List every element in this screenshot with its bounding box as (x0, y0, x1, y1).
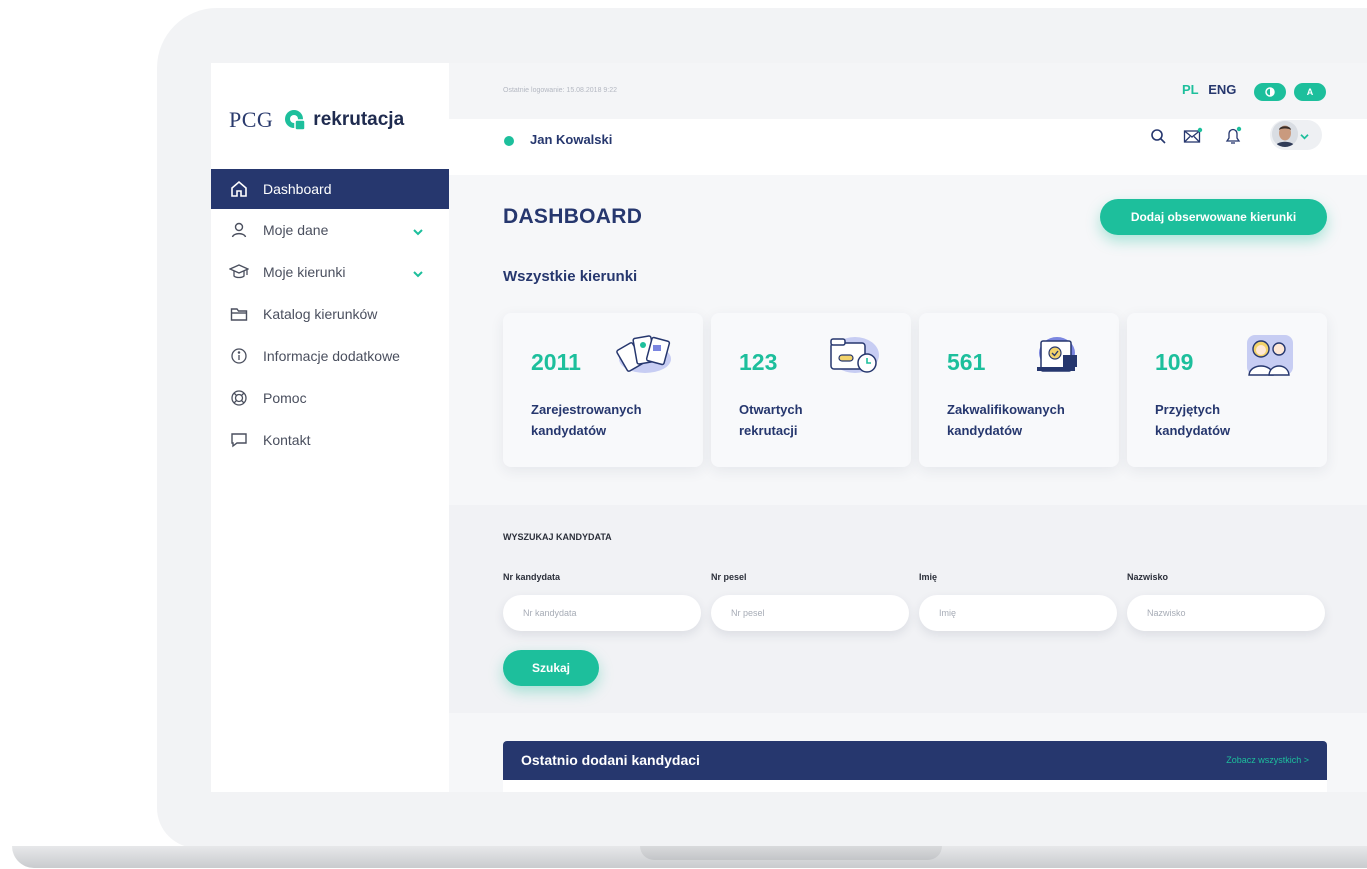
search-button[interactable]: Szukaj (503, 650, 599, 686)
user-name: Jan Kowalski (530, 132, 613, 147)
stat-label-line: kandydatów (947, 423, 1023, 438)
recent-candidates-body (503, 780, 1327, 792)
sidebar-item-label: Dashboard (263, 181, 332, 197)
field-label-pesel: Nr pesel (711, 572, 747, 582)
search-title: WYSZUKAJ KANDYDATA (503, 532, 612, 542)
stat-label-line: Przyjętych (1155, 402, 1221, 417)
add-watched-courses-button[interactable]: Dodaj obserwowane kierunki (1100, 199, 1327, 235)
chevron-down-icon[interactable] (1297, 129, 1311, 143)
stat-card-accepted[interactable]: 109 Przyjętych kandydatów (1127, 313, 1327, 467)
online-status-dot (504, 136, 514, 146)
stat-label: Zarejestrowanych kandydatów (531, 399, 691, 441)
page-title: DASHBOARD (503, 205, 643, 228)
stat-card-qualified[interactable]: 561 Zakwalifikowanych kandydatów (919, 313, 1119, 467)
sidebar-item-kontakt[interactable]: Kontakt (211, 419, 449, 461)
chevron-down-icon[interactable] (413, 223, 423, 239)
candidate-number-input[interactable] (503, 595, 701, 631)
sidebar-nav: Dashboard Moje dane Moje kierunki Katalo… (211, 169, 449, 461)
language-switcher: PL ENG (1182, 82, 1236, 97)
recent-candidates-title: Ostatnio dodani kandydaci (521, 752, 700, 768)
graduation-cap-icon (229, 262, 249, 282)
stat-value: 123 (739, 349, 778, 375)
avatar[interactable] (1272, 121, 1298, 147)
sidebar: PCG rekrutacja Dashboard Moje dane Moje … (211, 63, 449, 792)
stat-card-open-recruitments[interactable]: 123 Otwartych rekrutacji (711, 313, 911, 467)
sidebar-item-label: Kontakt (263, 432, 311, 448)
sidebar-item-label: Moje kierunki (263, 264, 346, 280)
sidebar-item-moje-dane[interactable]: Moje dane (211, 209, 449, 251)
logo-pcg-text: PCG (229, 107, 274, 132)
folder-icon (229, 304, 249, 324)
stat-label: Otwartych rekrutacji (739, 399, 899, 441)
chevron-down-icon[interactable] (413, 265, 423, 281)
last-name-input[interactable] (1127, 595, 1325, 631)
contrast-toggle[interactable] (1254, 83, 1286, 101)
lang-eng-link[interactable]: ENG (1208, 82, 1236, 97)
sidebar-item-pomoc[interactable]: Pomoc (211, 377, 449, 419)
chat-icon (229, 430, 249, 450)
sidebar-item-katalog-kierunkow[interactable]: Katalog kierunków (211, 293, 449, 335)
sidebar-item-informacje-dodatkowe[interactable]: Informacje dodatkowe (211, 335, 449, 377)
lifebuoy-icon (229, 388, 249, 408)
home-icon (229, 179, 249, 199)
sidebar-item-label: Informacje dodatkowe (263, 348, 400, 364)
lang-pl-link[interactable]: PL (1182, 82, 1199, 97)
stat-card-registered[interactable]: 2011 Zarejestrowanych kandydatów (503, 313, 703, 467)
logo-word: rekrutacja (313, 109, 405, 130)
stat-value: 561 (947, 349, 986, 375)
field-label-candidate-no: Nr kandydata (503, 572, 561, 582)
stat-label-line: kandydatów (1155, 423, 1231, 438)
stat-label: Zakwalifikowanych kandydatów (947, 399, 1107, 441)
sidebar-item-dashboard[interactable]: Dashboard (211, 169, 449, 209)
stat-label-line: Zakwalifikowanych (947, 402, 1065, 417)
stat-value: 2011 (531, 349, 581, 375)
stat-label: Przyjętych kandydatów (1155, 399, 1315, 441)
laptop-notch (640, 846, 942, 860)
stat-label-line: rekrutacji (739, 423, 798, 438)
recent-candidates-header: Ostatnio dodani kandydaci Zobacz wszystk… (503, 741, 1327, 780)
search-icon[interactable] (1147, 125, 1169, 147)
people-illustration-icon (1247, 335, 1293, 376)
mail-icon[interactable] (1182, 125, 1204, 147)
font-size-toggle[interactable]: A (1294, 83, 1326, 101)
bell-icon[interactable] (1222, 125, 1244, 147)
pesel-input[interactable] (711, 595, 909, 631)
see-all-link[interactable]: Zobacz wszystkich > (1226, 755, 1309, 765)
last-login-text: Ostatnie logowanie: 15.08.2018 9:22 (503, 87, 618, 94)
main-content: Ostatnie logowanie: 15.08.2018 9:22 PL E… (449, 63, 1367, 792)
info-icon (229, 346, 249, 366)
id-cards-illustration-icon (616, 335, 671, 373)
font-size-label: A (1306, 87, 1314, 97)
app-screen: PCG rekrutacja Dashboard Moje dane Moje … (211, 63, 1367, 792)
logo[interactable]: PCG rekrutacja (229, 103, 404, 137)
approved-document-illustration-icon (1037, 337, 1077, 372)
sidebar-item-label: Pomoc (263, 390, 307, 406)
section-subtitle: Wszystkie kierunki (503, 268, 638, 285)
user-icon (229, 220, 249, 240)
logo-mark-icon (283, 108, 307, 132)
contrast-icon (1265, 87, 1275, 97)
stat-label-line: Otwartych (739, 402, 803, 417)
field-label-first-name: Imię (919, 572, 938, 582)
sidebar-item-label: Moje dane (263, 222, 329, 238)
stat-label-line: kandydatów (531, 423, 607, 438)
field-label-last-name: Nazwisko (1127, 572, 1169, 582)
sidebar-item-moje-kierunki[interactable]: Moje kierunki (211, 251, 449, 293)
first-name-input[interactable] (919, 595, 1117, 631)
stat-value: 109 (1155, 349, 1194, 375)
folder-clock-illustration-icon (830, 337, 879, 373)
stat-label-line: Zarejestrowanych (531, 402, 642, 417)
sidebar-item-label: Katalog kierunków (263, 306, 378, 322)
